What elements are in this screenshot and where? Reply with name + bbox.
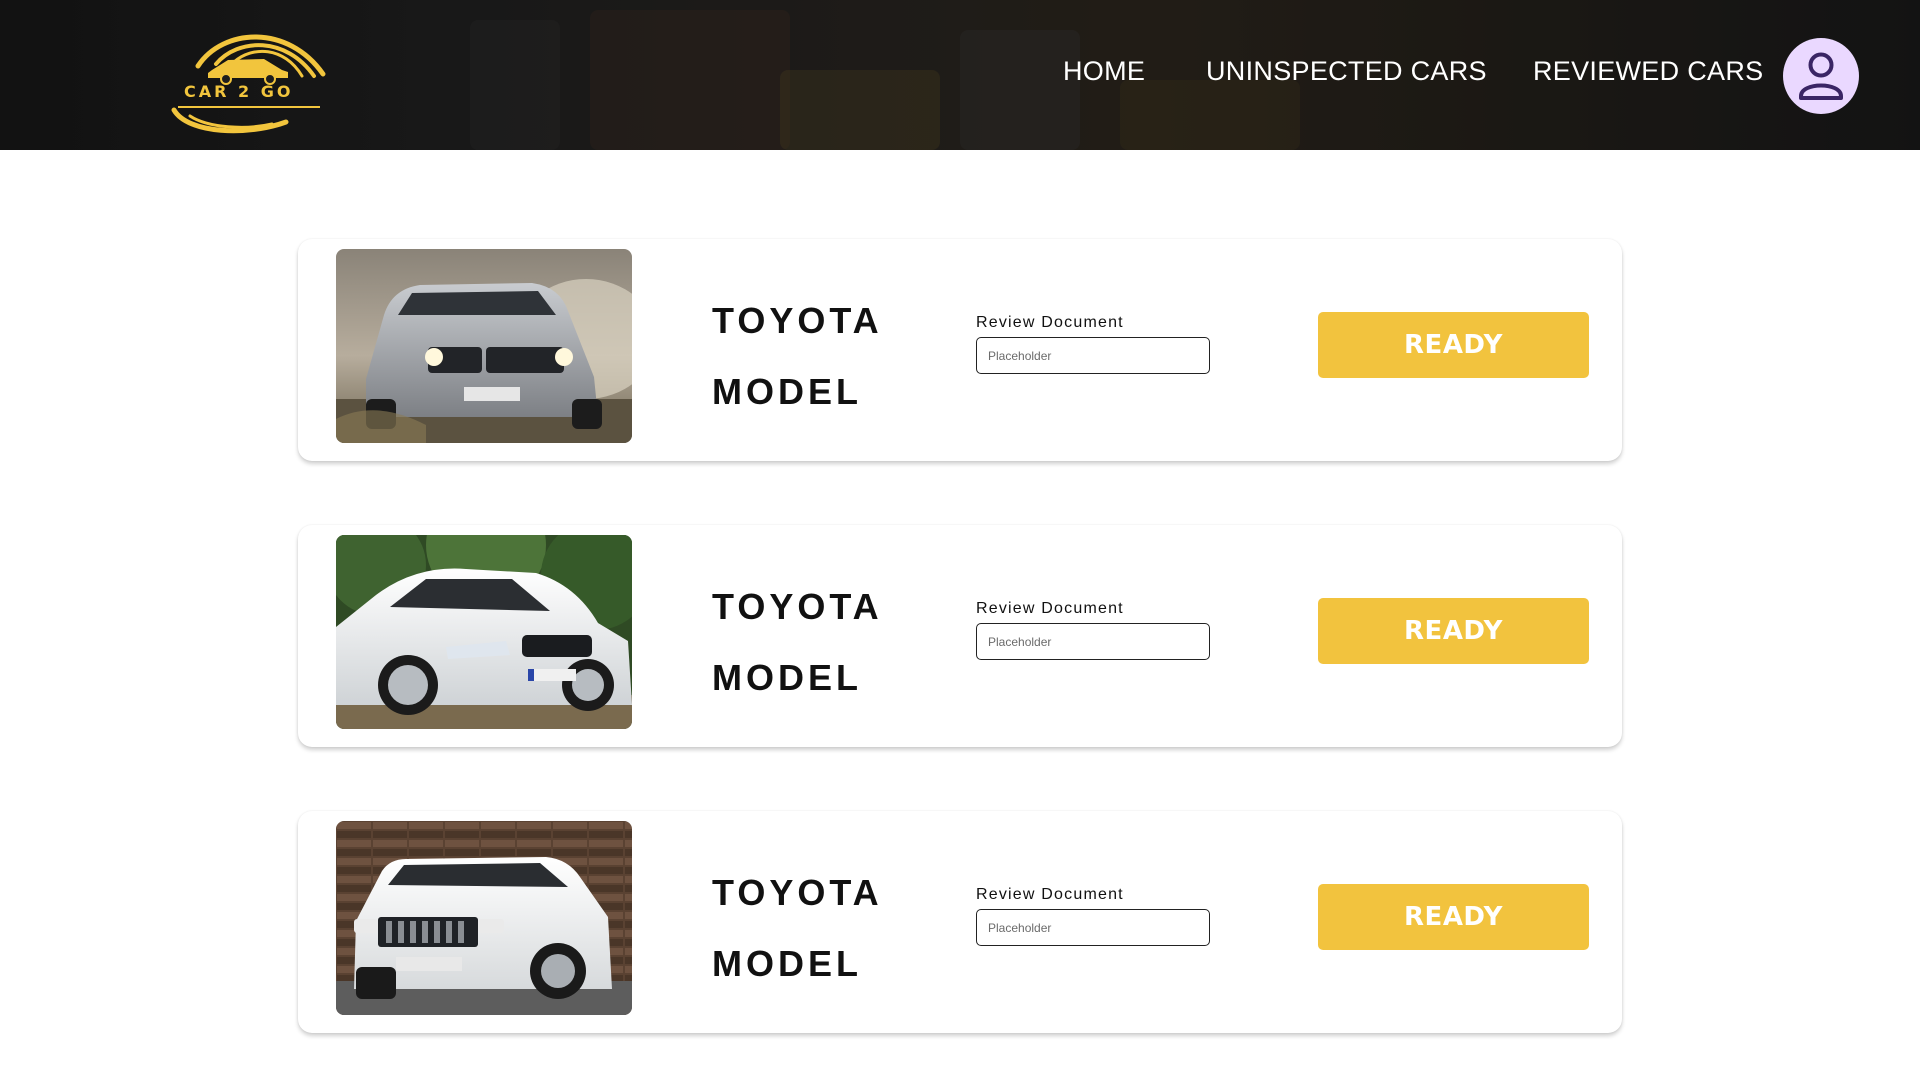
car-photo xyxy=(336,535,632,729)
review-document-label: Review Document xyxy=(976,314,1124,331)
nav-home-link[interactable]: HOME xyxy=(1063,56,1145,87)
brand-logo[interactable]: CAR 2 GO xyxy=(168,26,328,134)
silver-suv-photo xyxy=(336,249,632,443)
car-model: MODEL xyxy=(712,943,862,984)
car-card: TOYOTA MODEL Review Document READY xyxy=(298,239,1622,461)
ready-button[interactable]: READY xyxy=(1318,884,1589,950)
car-name: TOYOTA MODEL xyxy=(712,857,932,999)
car-logo-icon xyxy=(171,34,326,134)
car-name: TOYOTA MODEL xyxy=(712,285,932,427)
ready-button[interactable]: READY xyxy=(1318,312,1589,378)
car-make: TOYOTA xyxy=(712,586,883,627)
car-make: TOYOTA xyxy=(712,300,883,341)
car-card: TOYOTA MODEL Review Document READY xyxy=(298,525,1622,747)
top-header: CAR 2 GO HOME UNINSPECTED CARS REVIEWED … xyxy=(0,0,1920,150)
logo-text: CAR 2 GO xyxy=(184,82,294,101)
car-name: TOYOTA MODEL xyxy=(712,571,932,713)
car-model: MODEL xyxy=(712,371,862,412)
user-avatar-button[interactable] xyxy=(1783,38,1859,114)
car-model: MODEL xyxy=(712,657,862,698)
review-document-label: Review Document xyxy=(976,600,1124,617)
nav-reviewed-cars-link[interactable]: REVIEWED CARS xyxy=(1533,56,1763,87)
review-document-input[interactable] xyxy=(976,909,1210,946)
white-sedan-photo xyxy=(336,535,632,729)
review-document-input[interactable] xyxy=(976,337,1210,374)
white-jeep-photo xyxy=(336,821,632,1015)
user-icon xyxy=(1799,52,1843,100)
nav-uninspected-cars-link[interactable]: UNINSPECTED CARS xyxy=(1206,56,1487,87)
car-make: TOYOTA xyxy=(712,872,883,913)
ready-button[interactable]: READY xyxy=(1318,598,1589,664)
car-card: TOYOTA MODEL Review Document READY xyxy=(298,811,1622,1033)
review-document-input[interactable] xyxy=(976,623,1210,660)
review-document-label: Review Document xyxy=(976,886,1124,903)
car-photo xyxy=(336,821,632,1015)
car-photo xyxy=(336,249,632,443)
